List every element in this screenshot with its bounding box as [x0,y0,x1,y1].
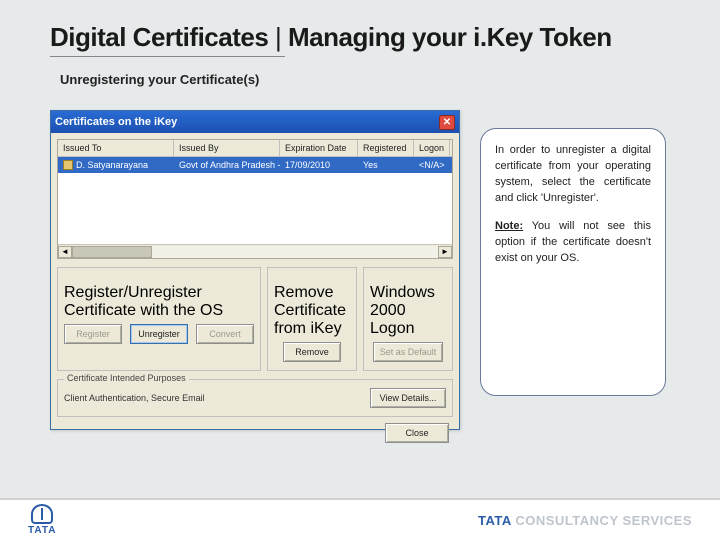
horizontal-scrollbar[interactable]: ◄ ► [58,244,452,258]
register-button[interactable]: Register [64,324,122,344]
list-header: Issued To Issued By Expiration Date Regi… [58,140,452,157]
legend-logon: Windows 2000 Logon [370,284,446,338]
group-intended-purposes: Certificate Intended Purposes Client Aut… [57,379,453,417]
tata-logo: TATA [28,504,56,536]
cell-expiration: 17/09/2010 [280,157,358,173]
certificate-icon [63,160,73,170]
convert-button[interactable]: Convert [196,324,254,344]
title-underline [50,56,285,57]
view-details-button[interactable]: View Details... [370,388,446,408]
col-logon[interactable]: Logon [414,140,450,156]
legend-register: Register/Unregister Certificate with the… [64,284,254,320]
remove-button[interactable]: Remove [283,342,341,362]
close-icon[interactable]: ✕ [439,115,455,130]
window-title: Certificates on the iKey [55,116,177,128]
slide-title: Digital Certificates | Managing your i.K… [50,22,612,53]
titlebar: Certificates on the iKey ✕ [51,111,459,133]
title-rest: Managing your i.Key Token [288,22,612,52]
close-button[interactable]: Close [385,423,449,443]
cell-logon: <N/A> [414,157,450,173]
scroll-right-icon[interactable]: ► [438,246,452,258]
group-remove: Remove Certificate from iKey Remove [267,267,357,371]
set-default-button[interactable]: Set as Default [373,342,444,362]
col-issued-by[interactable]: Issued By [174,140,280,156]
slide-subtitle: Unregistering your Certificate(s) [60,72,259,87]
certificates-window: Certificates on the iKey ✕ Issued To Iss… [50,110,460,430]
instruction-callout: In order to unregister a digital certifi… [480,128,666,396]
tata-word: TATA [28,525,56,536]
col-registered[interactable]: Registered [358,140,414,156]
tcs-light: CONSULTANCY SERVICES [511,513,692,528]
tcs-wordmark: TATA CONSULTANCY SERVICES [478,513,692,528]
col-expiration[interactable]: Expiration Date [280,140,358,156]
scroll-thumb[interactable] [72,246,152,258]
callout-p1: In order to unregister a digital certifi… [495,143,651,207]
legend-remove: Remove Certificate from iKey [274,284,350,338]
group-logon: Windows 2000 Logon Set as Default [363,267,453,371]
certificate-list[interactable]: Issued To Issued By Expiration Date Regi… [57,139,453,259]
callout-p2: Note: You will not see this option if th… [495,219,651,267]
cell-registered: Yes [358,157,414,173]
cell-issued-by: Govt of Andhra Pradesh - II [174,157,280,173]
legend-intended: Certificate Intended Purposes [64,373,189,383]
tcs-blue: TATA [478,513,511,528]
cell-issued-to: D. Satyanarayana [76,160,148,170]
note-label: Note: [495,220,523,232]
title-sep: | [268,22,288,52]
table-row[interactable]: D. Satyanarayana Govt of Andhra Pradesh … [58,157,452,173]
title-strong: Digital Certificates [50,22,268,52]
intended-text: Client Authentication, Secure Email [64,393,362,403]
col-issued-to[interactable]: Issued To [58,140,174,156]
footer: TATA TATA CONSULTANCY SERVICES [0,498,720,540]
scroll-left-icon[interactable]: ◄ [58,246,72,258]
unregister-button[interactable]: Unregister [130,324,188,344]
tata-mark-icon [31,504,53,524]
group-register: Register/Unregister Certificate with the… [57,267,261,371]
